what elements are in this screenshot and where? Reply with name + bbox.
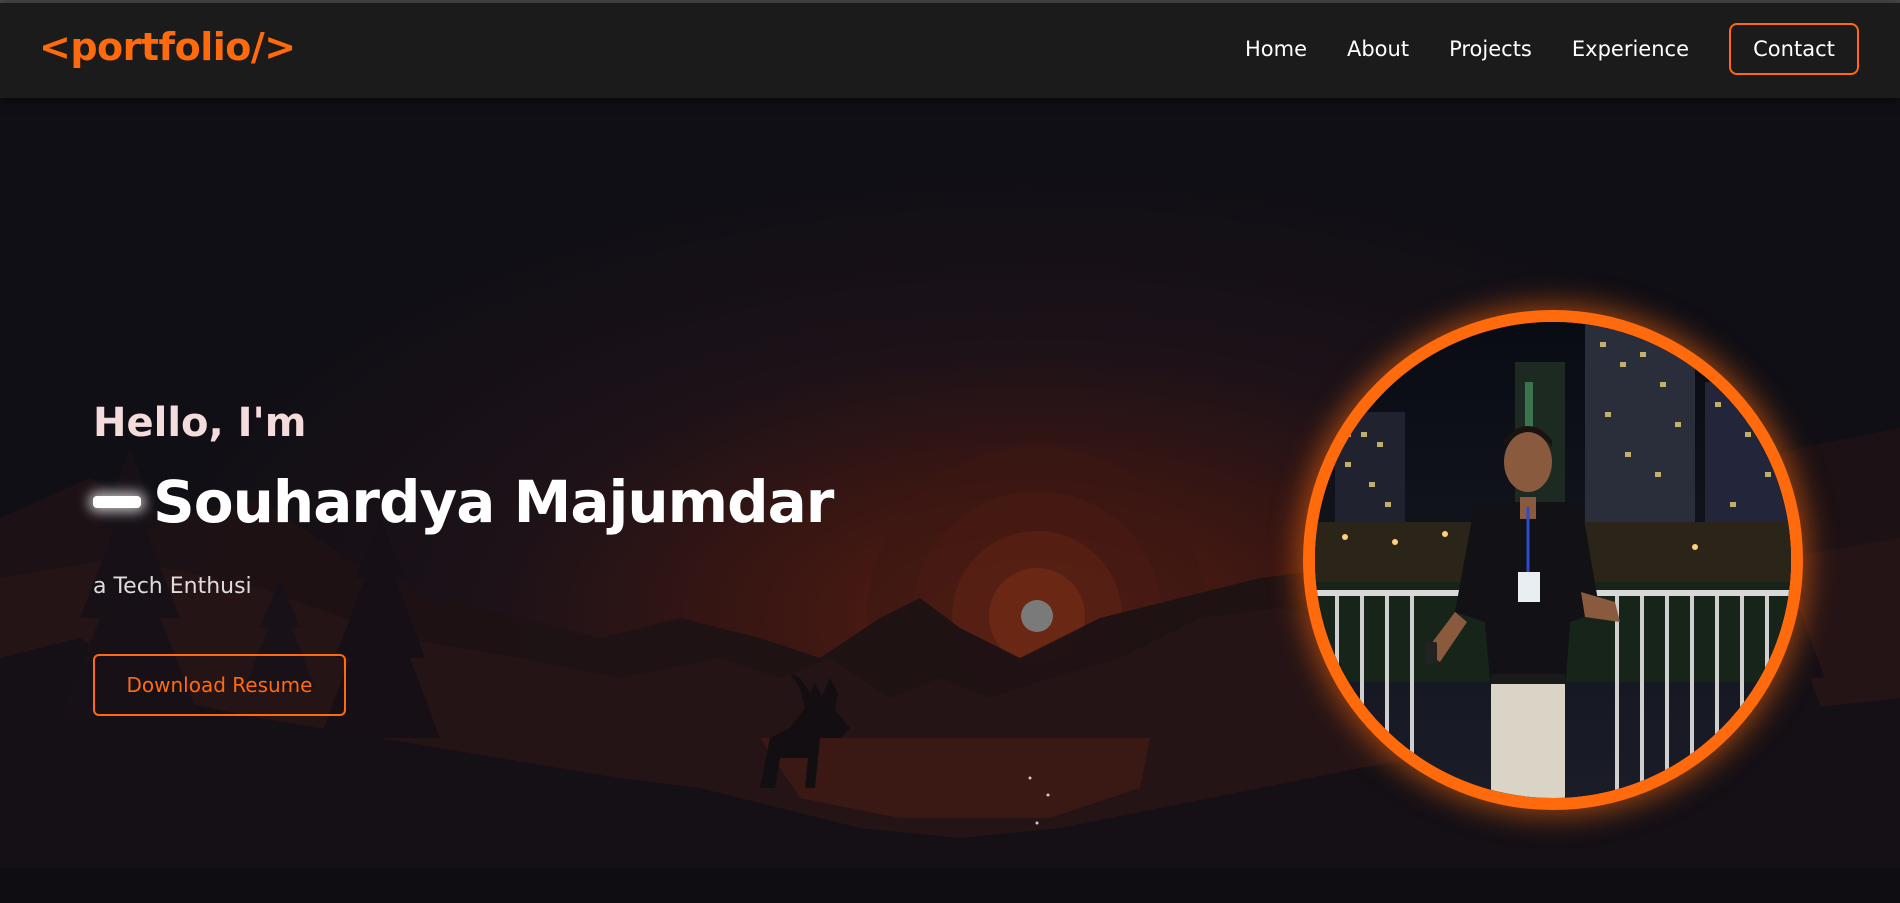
download-resume-button[interactable]: Download Resume: [93, 654, 346, 716]
hero-section: Hello, I'm Souhardya Majumdar a Tech Ent…: [0, 98, 1900, 903]
nav-about[interactable]: About: [1347, 37, 1409, 61]
hero-name: Souhardya Majumdar: [153, 468, 834, 536]
name-accent-dash: [93, 496, 141, 508]
navbar: <portfolio/> Home About Projects Experie…: [0, 3, 1900, 98]
hero-greeting: Hello, I'm: [93, 400, 307, 446]
nav-projects[interactable]: Projects: [1449, 37, 1532, 61]
nav-experience[interactable]: Experience: [1572, 37, 1689, 61]
profile-photo: [1303, 310, 1803, 810]
hero-name-row: Souhardya Majumdar: [93, 468, 834, 536]
nav-links: Home About Projects Experience Contact: [1245, 23, 1859, 75]
nav-home[interactable]: Home: [1245, 37, 1307, 61]
profile-photo-illustration: [1315, 322, 1791, 798]
contact-button[interactable]: Contact: [1729, 23, 1859, 75]
hero-subtitle: a Tech Enthusi: [93, 574, 252, 599]
logo[interactable]: <portfolio/>: [39, 25, 296, 69]
